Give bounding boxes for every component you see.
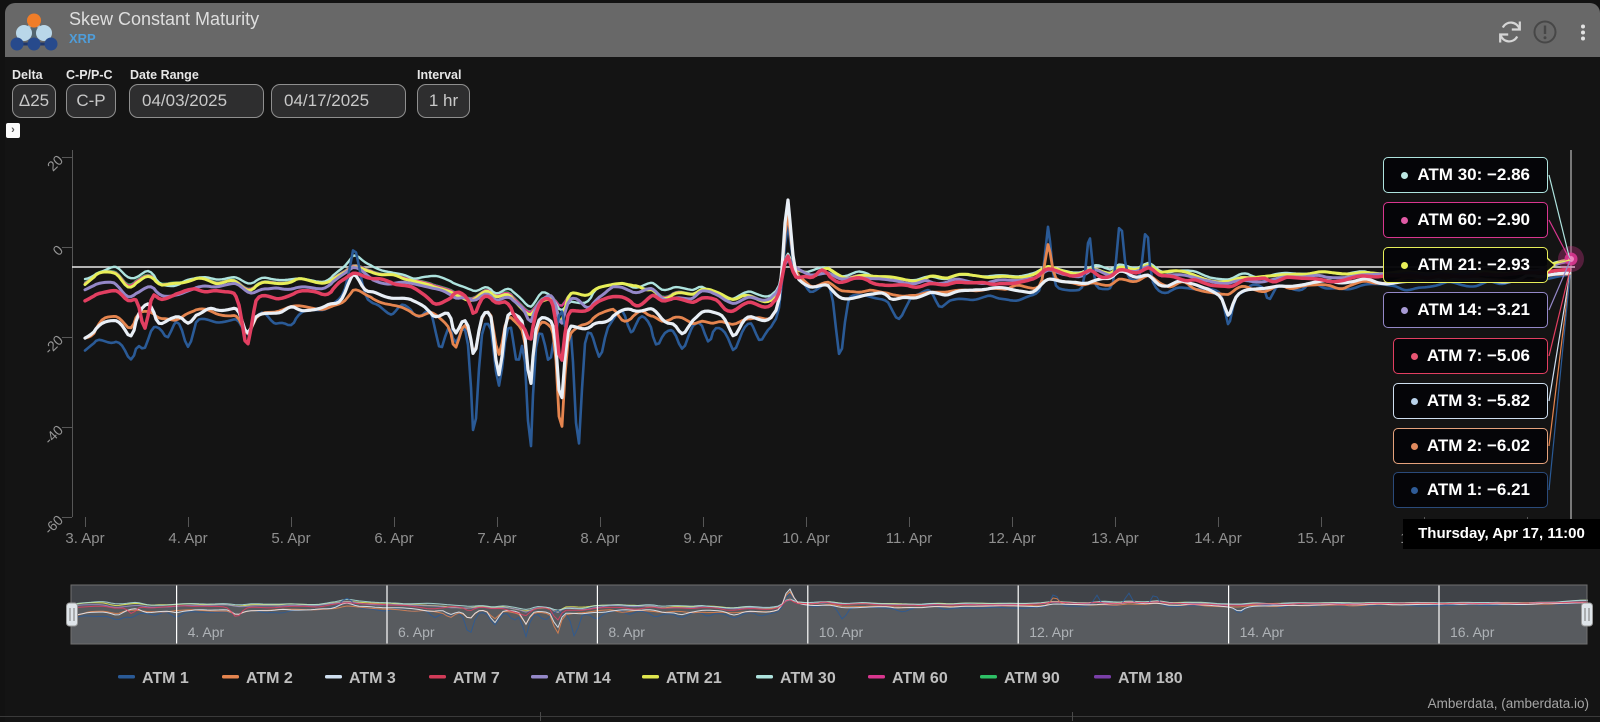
svg-text:3. Apr: 3. Apr bbox=[65, 530, 104, 547]
svg-text:ATM 7: ATM 7 bbox=[453, 670, 500, 687]
svg-text:-60: -60 bbox=[40, 512, 66, 538]
svg-text:16. Apr: 16. Apr bbox=[1450, 624, 1495, 640]
svg-text:6. Apr: 6. Apr bbox=[398, 624, 435, 640]
svg-text:6. Apr: 6. Apr bbox=[374, 530, 413, 547]
svg-text:13. Apr: 13. Apr bbox=[1091, 530, 1139, 547]
svg-text:7. Apr: 7. Apr bbox=[477, 530, 516, 547]
svg-text:ATM 180: ATM 180 bbox=[1118, 670, 1183, 687]
svg-text:0: 0 bbox=[49, 242, 66, 259]
svg-text:14. Apr: 14. Apr bbox=[1194, 530, 1242, 547]
svg-text:-20: -20 bbox=[40, 332, 66, 358]
svg-text:9. Apr: 9. Apr bbox=[683, 530, 722, 547]
svg-text:ATM 14: ATM 14 bbox=[555, 670, 611, 687]
svg-text:ATM 90: ATM 90 bbox=[1004, 670, 1060, 687]
svg-text:11. Apr: 11. Apr bbox=[886, 530, 932, 547]
svg-text:ATM 3: ATM 3 bbox=[349, 670, 396, 687]
svg-text:5. Apr: 5. Apr bbox=[271, 530, 310, 547]
svg-text:-40: -40 bbox=[40, 422, 66, 448]
svg-text:12. Apr: 12. Apr bbox=[988, 530, 1036, 547]
svg-text:15. Apr: 15. Apr bbox=[1297, 530, 1345, 547]
svg-text:12. Apr: 12. Apr bbox=[1029, 624, 1074, 640]
svg-text:ATM 1: ATM 1 bbox=[142, 670, 189, 687]
svg-text:ATM 21: ATM 21 bbox=[666, 670, 722, 687]
svg-text:8. Apr: 8. Apr bbox=[580, 530, 619, 547]
svg-text:8. Apr: 8. Apr bbox=[608, 624, 645, 640]
svg-text:14. Apr: 14. Apr bbox=[1240, 624, 1285, 640]
svg-text:4. Apr: 4. Apr bbox=[188, 624, 225, 640]
svg-text:10. Apr: 10. Apr bbox=[819, 624, 864, 640]
svg-text:ATM 60: ATM 60 bbox=[892, 670, 948, 687]
svg-text:ATM 2: ATM 2 bbox=[246, 670, 293, 687]
svg-text:20: 20 bbox=[44, 152, 66, 174]
svg-text:10. Apr: 10. Apr bbox=[782, 530, 830, 547]
svg-text:ATM 30: ATM 30 bbox=[780, 670, 836, 687]
svg-text:4. Apr: 4. Apr bbox=[168, 530, 207, 547]
